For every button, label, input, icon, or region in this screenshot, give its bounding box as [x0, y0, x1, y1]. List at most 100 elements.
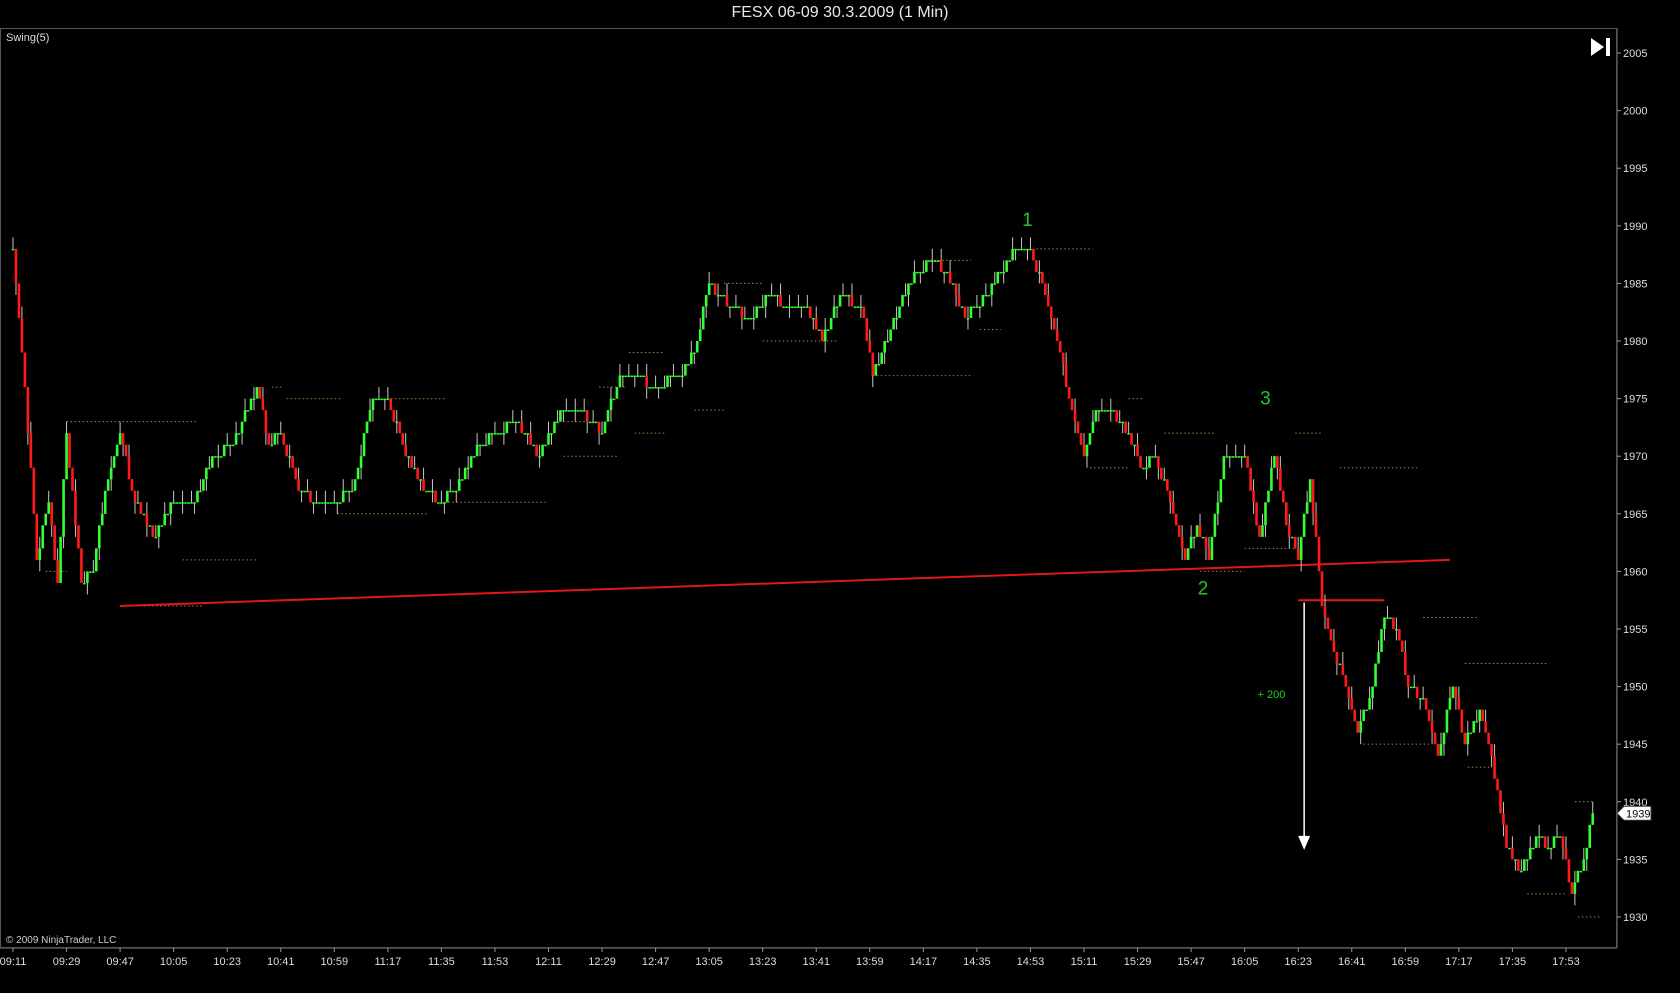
up-candle [734, 306, 738, 308]
up-candle [1103, 410, 1107, 412]
up-candle [728, 306, 732, 308]
down-candle [17, 283, 21, 318]
up-candle [571, 410, 574, 412]
up-candle [386, 398, 390, 401]
candlestick-series [11, 237, 1595, 906]
up-candle [321, 502, 324, 504]
up-candle [576, 410, 580, 412]
scroll-to-end-button[interactable] [1588, 34, 1614, 60]
up-candle [1389, 617, 1392, 619]
up-candle [612, 398, 616, 401]
neckline-trendline [120, 558, 1450, 607]
up-candle [175, 502, 178, 504]
down-candle [124, 444, 128, 457]
down-candle [963, 306, 967, 318]
up-candle [1145, 467, 1148, 470]
up-candle [550, 433, 553, 435]
drawing-objects [120, 558, 1450, 850]
down-candle [1392, 617, 1395, 629]
time-tick-label: 13:41 [802, 956, 830, 968]
down-candle [1052, 317, 1056, 330]
down-candle [1296, 548, 1300, 560]
price-chart[interactable]: 123+ 200 1930193519401945195019551960196… [0, 0, 1680, 993]
time-tick-label: 14:17 [910, 956, 938, 968]
down-candle [130, 479, 134, 491]
up-candle [752, 317, 756, 320]
up-candle [100, 513, 104, 526]
up-candle [883, 341, 886, 353]
price-tick-label: 1970 [1623, 451, 1647, 463]
up-candle [365, 421, 369, 434]
down-candle [261, 398, 265, 411]
up-candle [1228, 456, 1232, 458]
down-candle [1035, 260, 1038, 272]
time-tick-label: 17:17 [1445, 956, 1473, 968]
up-candle [1386, 617, 1389, 619]
down-candle [814, 317, 818, 330]
up-candle [243, 410, 247, 422]
time-tick-label: 11:17 [374, 956, 401, 968]
up-candle [225, 444, 229, 447]
up-candle [541, 444, 544, 457]
up-candle [1091, 421, 1095, 434]
up-candle [698, 329, 702, 342]
time-tick-label: 10:23 [213, 956, 241, 968]
time-axis[interactable]: 09:11 09:29 09:47 10:05 10:23 10:41 10:59 11:17… [0, 947, 1617, 968]
up-candle [178, 502, 181, 504]
down-candle [392, 410, 396, 422]
up-candle [1442, 732, 1446, 745]
up-candle [945, 271, 949, 274]
up-candle [835, 306, 839, 308]
up-candle [654, 387, 657, 389]
price-tick-label: 1965 [1623, 509, 1647, 521]
up-candle [811, 317, 815, 320]
price-axis[interactable]: 1930193519401945195019551960196519701975… [1616, 28, 1652, 948]
up-candle [466, 467, 470, 470]
up-candle [1163, 479, 1166, 481]
up-candle [475, 444, 479, 457]
up-candle [829, 317, 833, 330]
up-candle [374, 398, 378, 401]
price-tick-label: 2000 [1623, 106, 1647, 118]
up-candle [684, 364, 687, 376]
up-candle [371, 398, 375, 411]
up-candle [89, 571, 92, 573]
down-candle [1424, 698, 1428, 710]
up-candle [240, 421, 244, 434]
up-candle [362, 433, 366, 457]
up-candle [341, 490, 345, 503]
up-candle [919, 271, 922, 274]
up-candle [803, 306, 806, 308]
time-tick-label: 11:53 [482, 956, 509, 968]
up-candle [499, 433, 503, 435]
up-candle [1148, 456, 1151, 468]
up-candle [1525, 859, 1529, 861]
up-candle [460, 479, 464, 481]
up-candle [892, 317, 895, 330]
up-candle [642, 375, 645, 378]
up-candle [1017, 248, 1020, 251]
up-candle [1267, 490, 1270, 503]
down-candle [389, 398, 393, 411]
up-candle [776, 294, 779, 297]
up-candle [675, 375, 678, 378]
price-tick-label: 1985 [1623, 278, 1647, 290]
up-candle [1225, 456, 1229, 458]
up-candle [606, 410, 610, 422]
down-candle [53, 525, 56, 560]
up-candle [716, 294, 720, 297]
down-candle [1436, 744, 1440, 756]
up-candle [1008, 260, 1011, 262]
down-candle [585, 410, 589, 422]
up-candle [666, 375, 669, 388]
up-candle [1005, 260, 1008, 272]
up-candle [157, 525, 161, 537]
up-candle [562, 410, 565, 412]
up-candle [1273, 456, 1276, 468]
pattern-point-label: 3 [1260, 388, 1271, 409]
up-candle [844, 294, 848, 297]
down-candle [1350, 698, 1354, 710]
time-tick-label: 14:35 [963, 956, 991, 968]
up-candle [1531, 847, 1535, 850]
down-candle [1044, 283, 1047, 295]
